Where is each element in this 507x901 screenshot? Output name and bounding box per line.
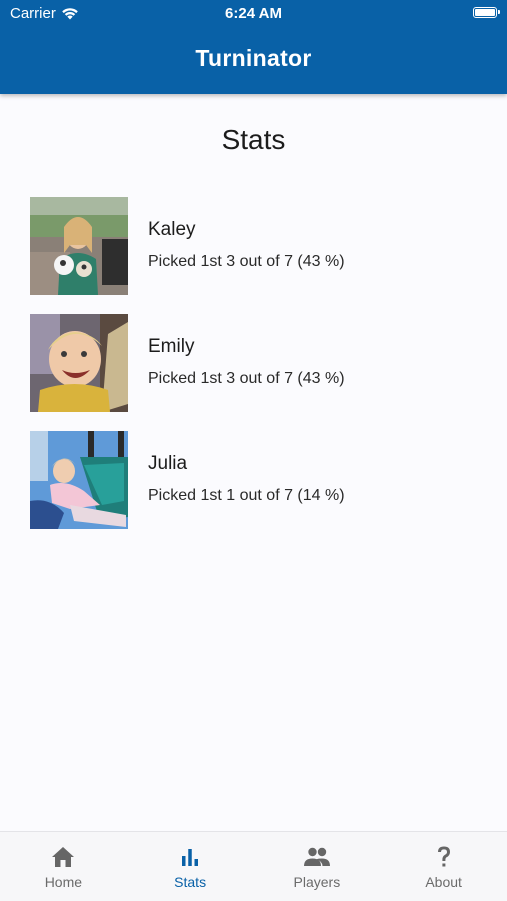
tab-about-label: About [425, 874, 462, 890]
bottom-tab-bar: Home Stats Players About [0, 831, 507, 901]
player-photo [30, 431, 128, 529]
battery-level [475, 9, 495, 16]
player-name: Kaley [148, 219, 196, 240]
player-stat: Picked 1st 3 out of 7 (43 %) [148, 253, 345, 270]
player-info: Emily Picked 1st 3 out of 7 (43 %) [148, 314, 345, 388]
tab-players[interactable]: Players [254, 832, 381, 901]
tab-stats[interactable]: Stats [127, 832, 254, 901]
app-header: Carrier 6:24 AM Turninator [0, 0, 507, 94]
page-title: Stats [221, 124, 286, 155]
people-icon [303, 845, 331, 869]
battery-icon [473, 7, 500, 18]
player-row-kaley: Kaley Picked 1st 3 out of 7 (43 %) [30, 197, 480, 295]
bar-chart-icon [180, 845, 200, 869]
player-photo [30, 314, 128, 412]
question-mark-icon [436, 845, 452, 869]
tab-home-label: Home [44, 874, 83, 890]
tab-players-label: Players [293, 874, 341, 890]
player-stat: Picked 1st 1 out of 7 (14 %) [148, 487, 345, 504]
status-bar: Carrier 6:24 AM [0, 0, 507, 28]
tab-about[interactable]: About [380, 832, 507, 901]
status-time: 6:24 AM [225, 5, 282, 22]
player-photo [30, 197, 128, 295]
tab-stats-label: Stats [174, 874, 207, 890]
tab-home[interactable]: Home [0, 832, 127, 901]
player-stat: Picked 1st 3 out of 7 (43 %) [148, 370, 345, 387]
player-info: Kaley Picked 1st 3 out of 7 (43 %) [148, 197, 345, 271]
app-title: Turninator [195, 45, 312, 71]
player-name: Julia [148, 453, 188, 474]
player-info: Julia Picked 1st 1 out of 7 (14 %) [148, 431, 345, 505]
player-stats-list: Kaley Picked 1st 3 out of 7 (43 %) Emily… [30, 197, 480, 548]
player-name: Emily [148, 336, 195, 357]
player-row-emily: Emily Picked 1st 3 out of 7 (43 %) [30, 314, 480, 412]
home-icon [51, 845, 75, 869]
player-row-julia: Julia Picked 1st 1 out of 7 (14 %) [30, 431, 480, 529]
